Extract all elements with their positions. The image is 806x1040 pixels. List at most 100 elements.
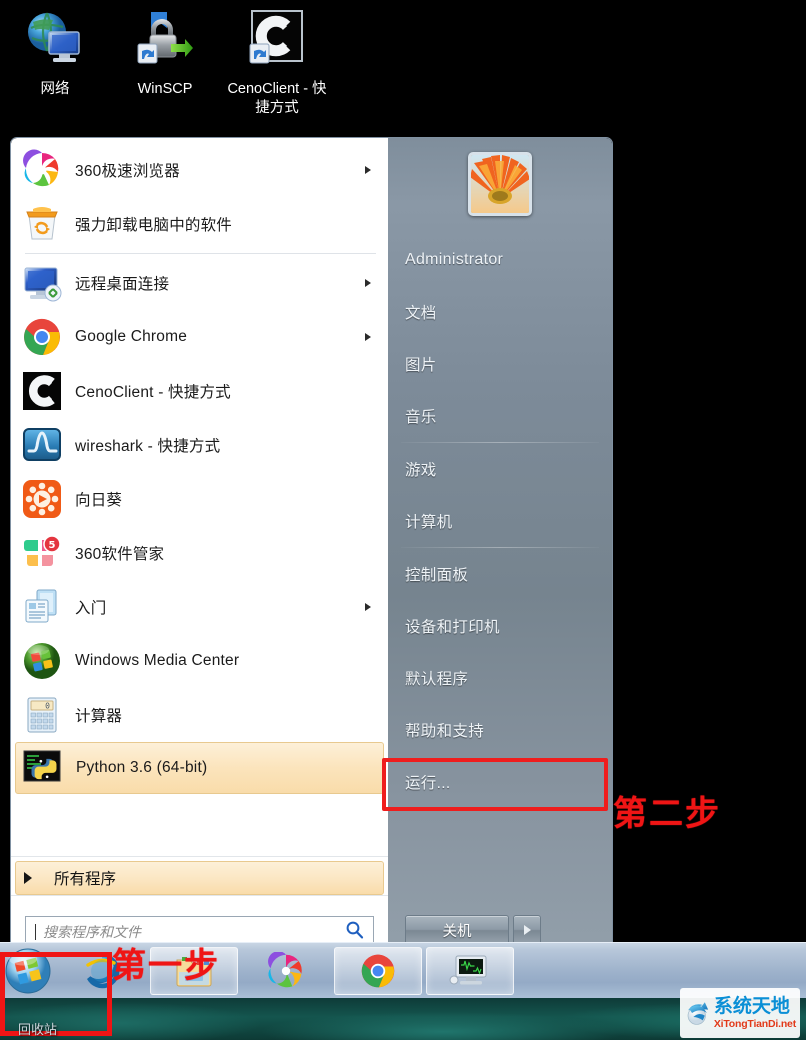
watermark-sub-text: XiTongTianDi.net — [713, 1017, 796, 1030]
submenu-arrow-icon — [365, 333, 371, 341]
submenu-arrow-icon — [365, 166, 371, 174]
watermark-main-text: 系统天地 — [713, 995, 790, 1017]
all-programs-button[interactable]: 所有程序 — [15, 861, 384, 895]
desktop-icon-network[interactable]: 网络 — [0, 6, 110, 99]
right-item-devices-printers[interactable]: 设备和打印机 — [388, 600, 612, 652]
program-item-wireshark[interactable]: wireshark - 快捷方式 — [11, 418, 388, 472]
start-menu-left-pane: 360极速浏览器 强力卸载电脑中的软件 远程桌面连接 Google Chrome… — [11, 138, 388, 967]
360-browser-icon — [268, 951, 302, 987]
right-item-label: 音乐 — [405, 409, 437, 426]
right-panel-items: Administrator 文档 图片 音乐 游戏 计算机 控制面板 设备和打印… — [382, 234, 612, 811]
program-item-label: CenoClient - 快捷方式 — [75, 384, 231, 401]
program-item-label: 远程桌面连接 — [75, 276, 170, 293]
watermark-text: 系统天地 XiTongTianDi.net — [714, 997, 796, 1030]
program-item-label: 360软件管家 — [75, 546, 165, 563]
right-item-default-programs[interactable]: 默认程序 — [388, 652, 612, 704]
taskbar-button-remote-monitor[interactable] — [426, 946, 514, 995]
right-item-games[interactable]: 游戏 — [388, 443, 612, 495]
avatar[interactable] — [468, 152, 532, 216]
right-item-label: 文档 — [405, 305, 437, 322]
remote-desktop-icon — [21, 262, 63, 304]
right-item-computer[interactable]: 计算机 — [388, 495, 612, 547]
media-center-icon — [21, 640, 63, 682]
winscp-icon — [110, 6, 220, 80]
search-icon[interactable] — [345, 920, 364, 944]
360-software-manager-icon: 5 — [21, 532, 63, 574]
svg-text:0: 0 — [45, 702, 50, 711]
uninstall-icon — [21, 203, 63, 245]
text-caret — [35, 923, 36, 940]
program-item-360-software-manager[interactable]: 5 360软件管家 — [11, 526, 388, 580]
submenu-arrow-icon — [365, 603, 371, 611]
shutdown-options-button[interactable] — [513, 915, 541, 945]
program-item-sunlogin[interactable]: 向日葵 — [11, 472, 388, 526]
taskbar-button-chrome[interactable] — [334, 946, 422, 995]
program-item-360-browser[interactable]: 360极速浏览器 — [11, 143, 388, 197]
start-menu-right-pane: Administrator 文档 图片 音乐 游戏 计算机 控制面板 设备和打印… — [382, 138, 612, 967]
program-item-getting-started[interactable]: 入门 — [11, 580, 388, 634]
remote-monitor-icon — [449, 955, 487, 984]
svg-text:5: 5 — [49, 540, 56, 551]
user-name[interactable]: Administrator — [388, 234, 612, 286]
program-item-media-center[interactable]: Windows Media Center — [11, 634, 388, 688]
program-item-chrome[interactable]: Google Chrome — [11, 310, 388, 364]
program-item-uninstall[interactable]: 强力卸载电脑中的软件 — [11, 197, 388, 251]
desktop-icon-label: WinSCP — [137, 81, 193, 97]
desktop-icon-cenoclient[interactable]: CenoClient - 快捷方式 — [222, 6, 332, 118]
shutdown-button[interactable]: 关机 — [405, 915, 509, 945]
taskbar-button-360-browser[interactable] — [242, 947, 330, 995]
chevron-right-icon — [523, 925, 531, 935]
program-item-remote-desktop[interactable]: 远程桌面连接 — [11, 256, 388, 310]
getting-started-icon — [21, 586, 63, 628]
program-item-label: Python 3.6 (64-bit) — [76, 759, 208, 776]
right-item-music[interactable]: 音乐 — [388, 390, 612, 442]
user-name-label: Administrator — [405, 251, 504, 268]
program-list: 360极速浏览器 强力卸载电脑中的软件 远程桌面连接 Google Chrome… — [11, 138, 388, 856]
desktop-icon-label: 网络 — [40, 81, 70, 97]
right-item-label: 运行... — [405, 775, 451, 792]
right-item-label: 计算机 — [405, 514, 453, 531]
desktop-icon-winscp[interactable]: WinSCP — [110, 6, 220, 99]
program-item-cenoclient[interactable]: CenoClient - 快捷方式 — [11, 364, 388, 418]
python-icon — [22, 747, 64, 789]
right-item-pictures[interactable]: 图片 — [388, 338, 612, 390]
right-item-label: 图片 — [405, 357, 437, 374]
cenoclient-icon — [21, 370, 63, 412]
menu-separator — [25, 253, 376, 254]
watermark: 系统天地 XiTongTianDi.net — [680, 988, 800, 1038]
desktop-icon-label: CenoClient - 快捷方式 — [227, 81, 327, 116]
right-item-label: 游戏 — [405, 462, 437, 479]
desktop-bottom-caption: 回收站 — [18, 1022, 58, 1037]
chrome-icon — [361, 954, 395, 987]
right-item-label: 帮助和支持 — [405, 723, 485, 740]
sunflower-icon — [21, 478, 63, 520]
chrome-icon — [21, 316, 63, 358]
program-item-label: Windows Media Center — [75, 652, 240, 669]
annotation-step2: 第二步 — [613, 794, 721, 834]
wireshark-icon — [21, 424, 63, 466]
cenoclient-icon — [222, 6, 332, 80]
right-item-label: 设备和打印机 — [405, 619, 500, 636]
chevron-right-icon — [24, 872, 32, 884]
submenu-arrow-icon — [365, 279, 371, 287]
right-item-help-support[interactable]: 帮助和支持 — [388, 704, 612, 756]
program-item-label: 强力卸载电脑中的软件 — [75, 217, 233, 234]
right-item-documents[interactable]: 文档 — [388, 286, 612, 338]
program-item-label: wireshark - 快捷方式 — [75, 438, 221, 455]
all-programs-wrapper: 所有程序 — [11, 856, 388, 895]
right-item-run[interactable]: 运行... — [382, 756, 612, 811]
recycle-arrow-logo — [687, 1002, 709, 1025]
sunflower-avatar-image — [471, 155, 529, 213]
right-item-control-panel[interactable]: 控制面板 — [388, 548, 612, 600]
program-item-label: 360极速浏览器 — [75, 163, 180, 180]
program-item-python[interactable]: Python 3.6 (64-bit) — [15, 742, 384, 794]
network-icon — [0, 6, 110, 80]
program-item-label: 向日葵 — [75, 492, 123, 509]
360-browser-icon — [21, 149, 63, 191]
program-item-calculator[interactable]: 0 计算器 — [11, 688, 388, 742]
screen-root: 网络 WinSCP CenoClient - 快捷方式 360极速浏览器 强力卸… — [0, 0, 806, 1040]
right-item-label: 默认程序 — [405, 671, 469, 688]
program-item-label: 计算器 — [75, 708, 123, 725]
annotation-step1: 第一步 — [112, 946, 220, 986]
calculator-icon: 0 — [21, 694, 63, 736]
